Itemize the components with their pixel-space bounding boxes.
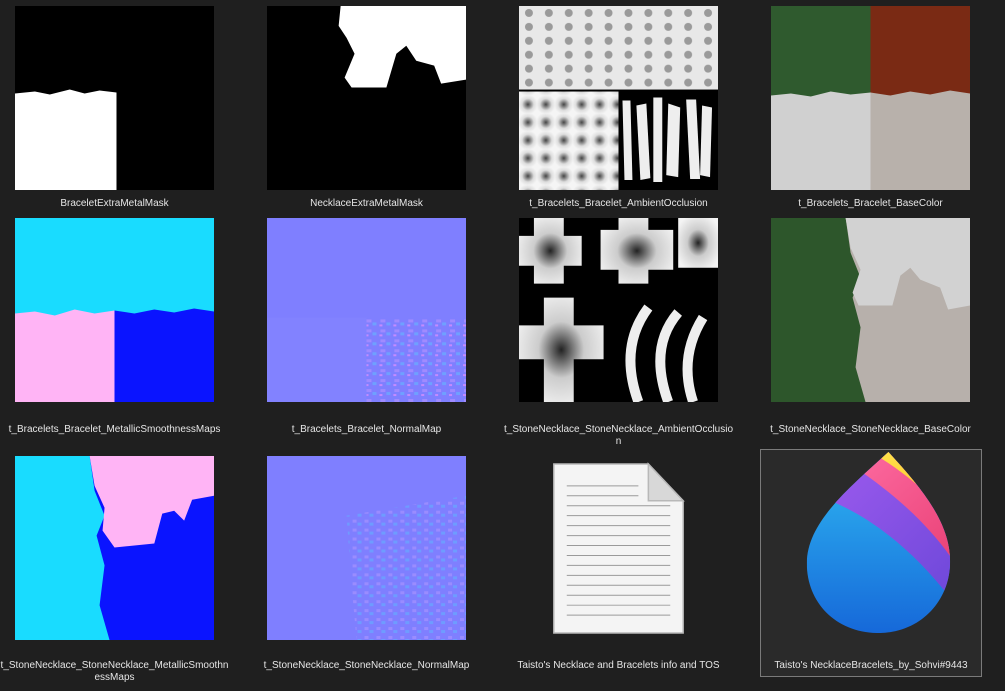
file-tile-necklace-normal-map[interactable]: t_StoneNecklace_StoneNecklace_NormalMap	[252, 450, 481, 685]
file-name: t_StoneNecklace_StoneNecklace_MetallicSm…	[0, 660, 229, 683]
thumbnail-bracelet-metallic-smoothness	[15, 218, 214, 402]
thumbnail-bracelet-metal-mask	[15, 6, 214, 190]
document-icon	[519, 456, 718, 640]
file-name: BraceletExtraMetalMask	[60, 198, 169, 209]
file-tile-necklace-extra-metal-mask[interactable]: NecklaceExtraMetalMask	[252, 0, 481, 215]
file-name: Taisto's NecklaceBracelets_by_Sohvi#9443	[774, 660, 968, 671]
file-tile-bracelet-metallic-smoothness[interactable]: t_Bracelets_Bracelet_MetallicSmoothnessM…	[0, 212, 229, 442]
file-name: t_Bracelets_Bracelet_BaseColor	[798, 198, 943, 209]
file-tile-paint-project[interactable]: Taisto's NecklaceBracelets_by_Sohvi#9443	[760, 449, 982, 677]
file-tile-necklace-metallic-smoothness[interactable]: t_StoneNecklace_StoneNecklace_MetallicSm…	[0, 450, 229, 685]
paint-app-icon	[771, 452, 970, 636]
file-tile-necklace-base-color[interactable]: t_StoneNecklace_StoneNecklace_BaseColor	[756, 212, 985, 442]
file-tile-bracelet-normal-map[interactable]: t_Bracelets_Bracelet_NormalMap	[252, 212, 481, 442]
thumbnail-bracelet-normal-map	[267, 218, 466, 402]
thumbnail-bracelet-ambient-occlusion	[519, 6, 718, 190]
file-tile-info-document[interactable]: Taisto's Necklace and Bracelets info and…	[504, 450, 733, 685]
thumbnail-necklace-metal-mask	[267, 6, 466, 190]
file-name: t_StoneNecklace_StoneNecklace_BaseColor	[770, 424, 971, 435]
thumbnail-necklace-base-color	[771, 218, 970, 402]
file-name: t_StoneNecklace_StoneNecklace_AmbientOcc…	[504, 424, 734, 447]
file-tile-bracelet-extra-metal-mask[interactable]: BraceletExtraMetalMask	[0, 0, 229, 215]
file-name: t_Bracelets_Bracelet_NormalMap	[291, 424, 442, 435]
thumbnail-necklace-ambient-occlusion	[519, 218, 718, 402]
file-tile-bracelet-base-color[interactable]: t_Bracelets_Bracelet_BaseColor	[756, 0, 985, 215]
thumbnail-necklace-normal-map	[267, 456, 466, 640]
file-name: t_Bracelets_Bracelet_AmbientOcclusion	[529, 198, 708, 209]
file-tile-necklace-ambient-occlusion[interactable]: t_StoneNecklace_StoneNecklace_AmbientOcc…	[504, 212, 733, 447]
file-name: NecklaceExtraMetalMask	[310, 198, 423, 209]
thumbnail-necklace-metallic-smoothness	[15, 456, 214, 640]
file-tile-bracelet-ambient-occlusion[interactable]: t_Bracelets_Bracelet_AmbientOcclusion	[504, 0, 733, 215]
file-name: t_StoneNecklace_StoneNecklace_NormalMap	[263, 660, 470, 671]
thumbnail-bracelet-base-color	[771, 6, 970, 190]
file-name: t_Bracelets_Bracelet_MetallicSmoothnessM…	[8, 424, 221, 435]
file-name: Taisto's Necklace and Bracelets info and…	[517, 660, 720, 671]
